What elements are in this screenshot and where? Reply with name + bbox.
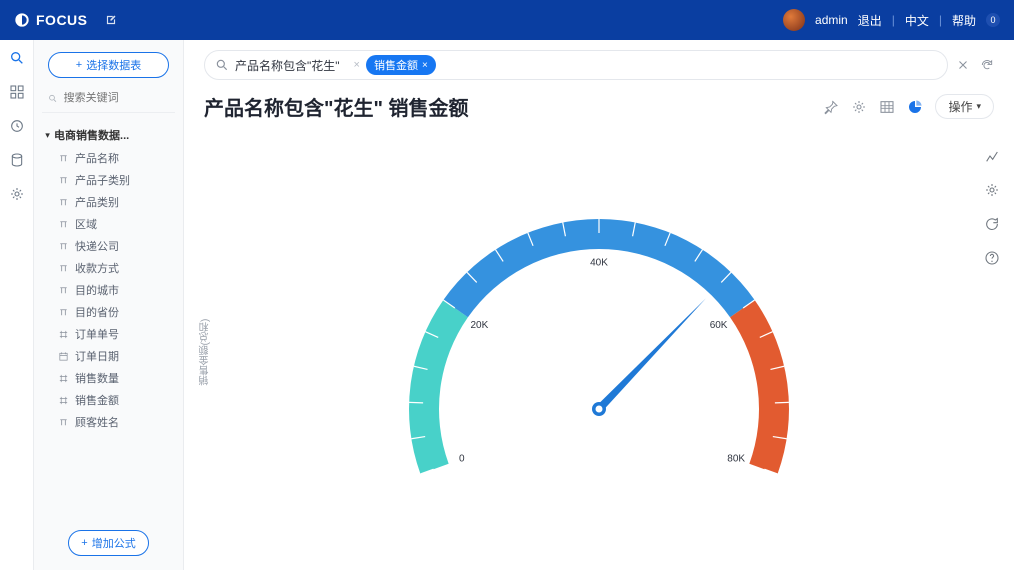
- gauge-chart: 0 20K 40K 60K 80K: [339, 179, 859, 559]
- tree-item-label: 订单单号: [75, 326, 119, 342]
- topbar-user[interactable]: admin: [815, 13, 848, 27]
- tree-item-label: 收款方式: [75, 260, 119, 276]
- history-nav-icon[interactable]: [9, 118, 25, 134]
- refresh-icon[interactable]: [980, 58, 994, 72]
- table-icon[interactable]: [879, 99, 895, 115]
- page-title: 产品名称包含"花生" 销售金额: [204, 92, 469, 121]
- tree-item[interactable]: 区域: [42, 213, 175, 235]
- svg-text:60K: 60K: [710, 320, 728, 331]
- left-search-input[interactable]: [64, 92, 169, 104]
- svg-text:20K: 20K: [471, 320, 489, 331]
- main: 产品名称包含"花生" × 销售金额× 产品名称包含"花生" 销售金额 操作▾: [184, 40, 1014, 570]
- tree-item[interactable]: 订单日期: [42, 345, 175, 367]
- logo[interactable]: FOCUS: [14, 12, 88, 28]
- query-chip[interactable]: 销售金额×: [366, 55, 436, 75]
- query-filter-text: 产品名称包含"花生": [235, 57, 344, 74]
- svg-text:80K: 80K: [727, 454, 745, 465]
- tree-item-label: 销售数量: [75, 370, 119, 386]
- leftpanel: +选择数据表 电商销售数据... 产品名称产品子类别产品类别区域快递公司收款方式…: [34, 40, 184, 570]
- tree-item-label: 产品类别: [75, 194, 119, 210]
- query-actions: [956, 58, 994, 72]
- tree-item[interactable]: 产品名称: [42, 147, 175, 169]
- clear-icon[interactable]: [956, 58, 970, 72]
- tree-item-label: 顾客姓名: [75, 414, 119, 430]
- data-nav-icon[interactable]: [9, 152, 25, 168]
- gear-icon[interactable]: [851, 99, 867, 115]
- settings-nav-icon[interactable]: [9, 186, 25, 202]
- search-icon: [48, 93, 58, 104]
- tree-item-label: 区域: [75, 216, 97, 232]
- help-icon[interactable]: [984, 250, 1000, 266]
- analytics-icon[interactable]: [984, 148, 1000, 164]
- field-tree: 电商销售数据... 产品名称产品子类别产品类别区域快递公司收款方式目的城市目的省…: [42, 123, 175, 433]
- title-actions: 操作▾: [823, 94, 994, 119]
- tree-item[interactable]: 订单单号: [42, 323, 175, 345]
- pin-icon[interactable]: [823, 99, 839, 115]
- dashboard-nav-icon[interactable]: [9, 84, 25, 100]
- tree-item[interactable]: 目的城市: [42, 279, 175, 301]
- separator: |: [939, 13, 942, 27]
- y-axis-label: 销售金额(总和): [198, 318, 213, 385]
- query-input[interactable]: 产品名称包含"花生" × 销售金额×: [204, 50, 948, 80]
- topbar-logout[interactable]: 退出: [858, 12, 882, 29]
- help-badge[interactable]: 0: [986, 13, 1000, 27]
- tree-item-label: 目的省份: [75, 304, 119, 320]
- tree-item-label: 产品子类别: [75, 172, 130, 188]
- tree-item[interactable]: 顾客姓名: [42, 411, 175, 433]
- separator: |: [892, 13, 895, 27]
- edit-icon[interactable]: [104, 13, 118, 27]
- config-icon[interactable]: [984, 182, 1000, 198]
- chartarea: 销售金额(总和) 0 20K 40K 60K 80K: [184, 133, 1014, 570]
- topbar-left: FOCUS: [14, 12, 118, 28]
- reload-icon[interactable]: [984, 216, 1000, 232]
- svg-text:0: 0: [459, 454, 465, 465]
- iconrail: [0, 40, 34, 570]
- topbar: FOCUS admin 退出 | 中文 | 帮助 0: [0, 0, 1014, 40]
- querybar: 产品名称包含"花生" × 销售金额×: [184, 40, 1014, 86]
- tree-item[interactable]: 收款方式: [42, 257, 175, 279]
- titlebar: 产品名称包含"花生" 销售金额 操作▾: [184, 86, 1014, 133]
- tree-item[interactable]: 产品类别: [42, 191, 175, 213]
- search-icon: [215, 58, 229, 72]
- tree-item[interactable]: 销售数量: [42, 367, 175, 389]
- left-search[interactable]: [42, 92, 175, 113]
- rightrail: [970, 148, 1014, 266]
- remove-filter-icon[interactable]: ×: [354, 59, 360, 71]
- chip-close-icon[interactable]: ×: [422, 60, 428, 71]
- topbar-help[interactable]: 帮助: [952, 12, 976, 29]
- tree-item-label: 目的城市: [75, 282, 119, 298]
- avatar[interactable]: [783, 9, 805, 31]
- tree-item-label: 销售金额: [75, 392, 119, 408]
- topbar-lang[interactable]: 中文: [905, 12, 929, 29]
- brand-text: FOCUS: [36, 12, 88, 28]
- tree-item[interactable]: 快递公司: [42, 235, 175, 257]
- tree-item-label: 产品名称: [75, 150, 119, 166]
- search-nav-icon[interactable]: [9, 50, 25, 66]
- add-formula-button[interactable]: +增加公式: [68, 530, 148, 556]
- tree-item[interactable]: 产品子类别: [42, 169, 175, 191]
- tree-root[interactable]: 电商销售数据...: [42, 123, 175, 147]
- tree-item-label: 订单日期: [75, 348, 119, 364]
- tree-item-label: 快递公司: [75, 238, 119, 254]
- tree-item[interactable]: 销售金额: [42, 389, 175, 411]
- select-source-button[interactable]: +选择数据表: [48, 52, 169, 78]
- svg-text:40K: 40K: [590, 258, 608, 269]
- topbar-right: admin 退出 | 中文 | 帮助 0: [783, 9, 1000, 31]
- chart-icon[interactable]: [907, 99, 923, 115]
- actions-button[interactable]: 操作▾: [935, 94, 994, 119]
- tree-item[interactable]: 目的省份: [42, 301, 175, 323]
- logo-icon: [14, 12, 30, 28]
